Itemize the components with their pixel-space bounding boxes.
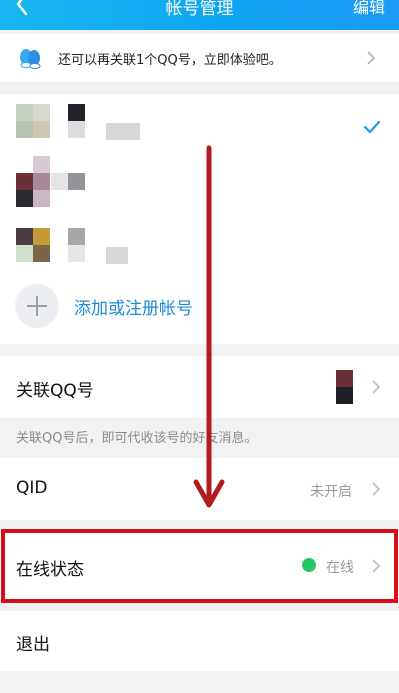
link-account-banner[interactable]: 还可以再关联1个QQ号，立即体验吧。 bbox=[0, 34, 399, 82]
qq-penguins-icon bbox=[20, 49, 41, 69]
link-qq-label: 关联QQ号 bbox=[16, 381, 94, 401]
page-title: 帐号管理 bbox=[165, 0, 234, 19]
plus-icon bbox=[15, 284, 59, 328]
link-qq-note: 关联QQ号后，即可代收该号的好友消息。 bbox=[16, 431, 258, 446]
add-account-row[interactable]: 添加或注册帐号 bbox=[0, 284, 399, 334]
account-item[interactable] bbox=[0, 156, 399, 226]
banner-text: 还可以再关联1个QQ号，立即体验吧。 bbox=[58, 53, 282, 68]
logout-row[interactable]: 退出 bbox=[0, 611, 399, 671]
chevron-right-icon bbox=[367, 51, 376, 65]
chevron-right-icon bbox=[372, 482, 381, 496]
top-nav-bar: 帐号管理 编辑 bbox=[0, 0, 399, 30]
highlight-box bbox=[1, 529, 398, 603]
link-qq-row[interactable]: 关联QQ号 bbox=[0, 356, 399, 418]
qid-label: QID bbox=[16, 478, 48, 498]
qid-value: 未开启 bbox=[310, 484, 352, 500]
edit-button[interactable]: 编辑 bbox=[353, 0, 385, 18]
account-list: 添加或注册帐号 bbox=[0, 94, 399, 344]
chevron-right-icon bbox=[372, 380, 381, 394]
qid-row[interactable]: QID 未开启 bbox=[0, 458, 399, 520]
selected-check-icon bbox=[363, 120, 381, 134]
add-account-label: 添加或注册帐号 bbox=[74, 299, 193, 319]
logout-label: 退出 bbox=[16, 635, 50, 655]
account-item[interactable] bbox=[0, 94, 399, 164]
